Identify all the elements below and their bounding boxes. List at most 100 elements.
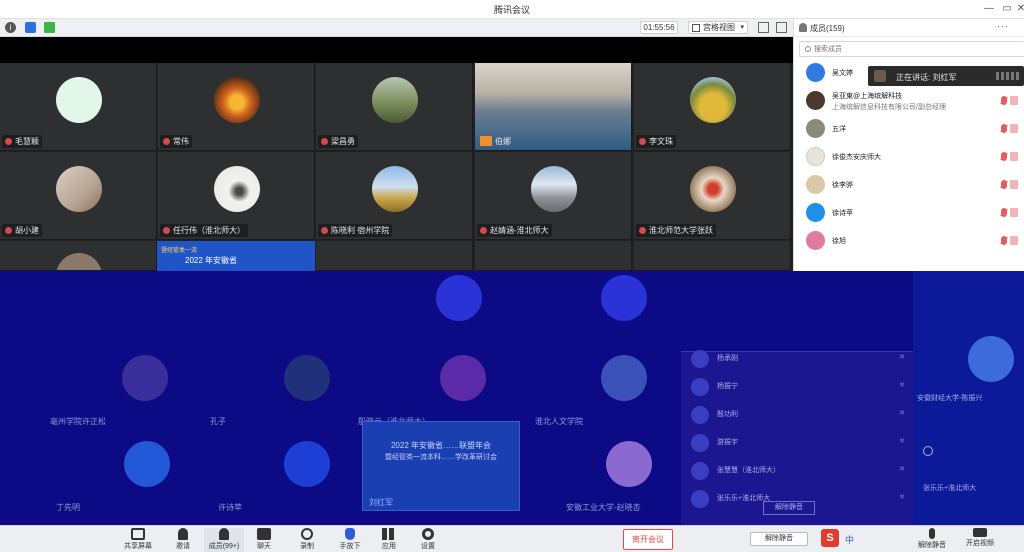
video-tile[interactable]: 李文珠 bbox=[634, 63, 791, 151]
blue-presenter-slide[interactable]: 2022 年安徽省……联盟年会 暨经管类一流本科……学改革研讨会 刘红军 bbox=[362, 421, 520, 511]
video-tile[interactable] bbox=[545, 271, 702, 349]
maximize-button[interactable]: ▭ bbox=[1000, 2, 1014, 16]
video-tile[interactable]: 陈晓利 宿州学院 bbox=[316, 152, 473, 240]
video-off-icon[interactable] bbox=[1010, 124, 1018, 133]
unmute-all-button[interactable]: 解除静音 bbox=[750, 532, 808, 546]
share-screen-button[interactable]: 共享屏幕 bbox=[118, 528, 158, 552]
avatar bbox=[214, 166, 260, 212]
sogou-icon: S bbox=[821, 529, 839, 547]
start-video-button[interactable]: 开启视频 bbox=[958, 528, 1002, 552]
avatar bbox=[436, 275, 482, 321]
video-tile[interactable] bbox=[0, 241, 157, 271]
member-row[interactable]: 游振宇 ✕ bbox=[691, 428, 911, 456]
lower-hand-button[interactable]: 手放下 bbox=[330, 528, 370, 552]
mic-muted-icon[interactable] bbox=[1001, 96, 1007, 105]
member-row[interactable]: 张慧慧（淮北师大） ✕ bbox=[691, 456, 911, 484]
video-tile[interactable]: 常伟 bbox=[158, 63, 315, 151]
close-button[interactable]: ✕ bbox=[1014, 2, 1024, 16]
member-row[interactable]: 吴亚東@上海缤解科技 上海缤解信息科技有限公司/副总经理 bbox=[794, 87, 1024, 115]
minimize-button[interactable]: — bbox=[982, 2, 996, 16]
avatar bbox=[56, 166, 102, 212]
video-off-icon[interactable] bbox=[1010, 236, 1018, 245]
mic-muted-icon[interactable]: ✕ bbox=[899, 493, 905, 501]
video-off-icon[interactable] bbox=[1010, 96, 1018, 105]
video-tile-room[interactable]: 伯娜 bbox=[475, 63, 632, 151]
mic-muted-icon[interactable] bbox=[1001, 208, 1007, 217]
mic-muted-icon[interactable] bbox=[1001, 124, 1007, 133]
more-icon[interactable]: ··· bbox=[997, 21, 1009, 31]
members-button[interactable]: 成员(99+) bbox=[204, 528, 244, 552]
member-row[interactable]: 杨承刚 ✕ bbox=[691, 344, 911, 372]
unmute-button[interactable]: 解除静音 bbox=[912, 528, 952, 552]
member-row[interactable]: 五洋 bbox=[794, 115, 1024, 143]
presenter-slide-tile[interactable]: 暨经管类一流 2022 年安徽省 bbox=[157, 241, 315, 272]
video-tile[interactable] bbox=[316, 241, 473, 271]
video-tile[interactable] bbox=[634, 241, 791, 271]
avatar bbox=[874, 70, 886, 82]
grid-icon bbox=[692, 24, 700, 32]
record-button[interactable]: 录制 bbox=[287, 528, 327, 552]
member-name: 五洋 bbox=[832, 126, 846, 133]
blue-overlay-region: 亳州学院许正松 孔子 殷晓云（淮北师大） 淮北人文学院 丁先明 许诗苹 2022… bbox=[0, 271, 1024, 525]
ime-toolbar[interactable]: S 中 bbox=[821, 529, 911, 549]
member-row[interactable]: 徐李骅 bbox=[794, 171, 1024, 199]
video-tile[interactable]: 任行伟（淮北师大） bbox=[158, 152, 315, 240]
meeting-timer: 01:55:56 bbox=[640, 21, 678, 34]
avatar bbox=[691, 378, 709, 396]
mic-muted-icon[interactable]: ✕ bbox=[899, 353, 905, 361]
mic-muted-icon[interactable] bbox=[1001, 236, 1007, 245]
member-row[interactable]: 徐俊杰安庆师大 bbox=[794, 143, 1024, 171]
info-icon[interactable]: i bbox=[5, 22, 16, 33]
video-tile[interactable]: 淮北人文学院 bbox=[535, 341, 702, 429]
mic-muted-icon[interactable] bbox=[1001, 152, 1007, 161]
member-row[interactable]: 徐诗苹 bbox=[794, 199, 1024, 227]
avatar bbox=[691, 350, 709, 368]
participant-name: 孔子 bbox=[210, 417, 226, 426]
leave-meeting-button[interactable]: 离开会议 bbox=[623, 529, 673, 550]
video-off-icon[interactable] bbox=[1010, 152, 1018, 161]
video-tile[interactable]: 毛慧颖 bbox=[0, 63, 157, 151]
apps-button[interactable]: 应用 bbox=[369, 528, 409, 552]
member-name: 杨振宁 bbox=[717, 383, 738, 390]
video-tile[interactable]: 胡小建 bbox=[0, 152, 157, 240]
unmute-all-button[interactable]: 解除静音 bbox=[763, 501, 815, 515]
member-row[interactable]: 徐旭 bbox=[794, 227, 1024, 255]
member-search[interactable] bbox=[799, 41, 1024, 57]
video-tile[interactable]: 赵婧涵-淮北师大 bbox=[475, 152, 632, 240]
emoji-icon[interactable] bbox=[923, 446, 933, 456]
video-tile[interactable] bbox=[475, 241, 632, 271]
fullscreen-icon[interactable] bbox=[758, 22, 769, 33]
member-row[interactable]: 杨振宁 ✕ bbox=[691, 372, 911, 400]
video-off-icon[interactable] bbox=[1010, 180, 1018, 189]
member-row[interactable]: 殷功利 ✕ bbox=[691, 400, 911, 428]
video-off-icon[interactable] bbox=[1010, 208, 1018, 217]
avatar bbox=[968, 336, 1014, 382]
mic-muted-icon[interactable] bbox=[1001, 180, 1007, 189]
video-tile[interactable] bbox=[380, 271, 537, 349]
layout-icon[interactable] bbox=[776, 22, 787, 33]
invite-button[interactable]: 邀请 bbox=[163, 528, 203, 552]
mic-muted-icon[interactable]: ✕ bbox=[899, 437, 905, 445]
meeting-toolbar: i 01:55:56 宫格视图 ▾ bbox=[0, 19, 793, 37]
view-mode-button[interactable]: 宫格视图 ▾ bbox=[688, 21, 748, 34]
video-tile[interactable]: 亳州学院许正松 bbox=[50, 341, 223, 429]
avatar bbox=[601, 275, 647, 321]
shield-icon[interactable] bbox=[25, 22, 36, 33]
participant-name: 陈晓利 宿州学院 bbox=[318, 224, 393, 237]
video-tile[interactable]: 丁先明 bbox=[56, 427, 225, 515]
mic-muted-icon[interactable]: ✕ bbox=[899, 381, 905, 389]
mic-muted-icon[interactable]: ✕ bbox=[899, 465, 905, 473]
participant-name: 伯娜 bbox=[477, 135, 514, 148]
member-search-input[interactable] bbox=[814, 43, 1014, 55]
mic-muted-icon[interactable]: ✕ bbox=[899, 409, 905, 417]
settings-button[interactable]: 设置 bbox=[408, 528, 448, 552]
chat-button[interactable]: 聊天 bbox=[244, 528, 284, 552]
video-tile[interactable]: 梁昌勇 bbox=[316, 63, 473, 151]
title-bar: 腾讯会议 — ▭ ✕ bbox=[0, 0, 1024, 19]
mic-icon bbox=[929, 528, 935, 539]
avatar bbox=[806, 175, 825, 194]
video-tile[interactable]: 殷晓云（淮北师大） bbox=[358, 341, 541, 429]
participant-name: 刘红军 bbox=[369, 498, 393, 507]
video-tile[interactable]: 淮北师范大学张跃 bbox=[634, 152, 791, 240]
signal-icon[interactable] bbox=[44, 22, 55, 33]
